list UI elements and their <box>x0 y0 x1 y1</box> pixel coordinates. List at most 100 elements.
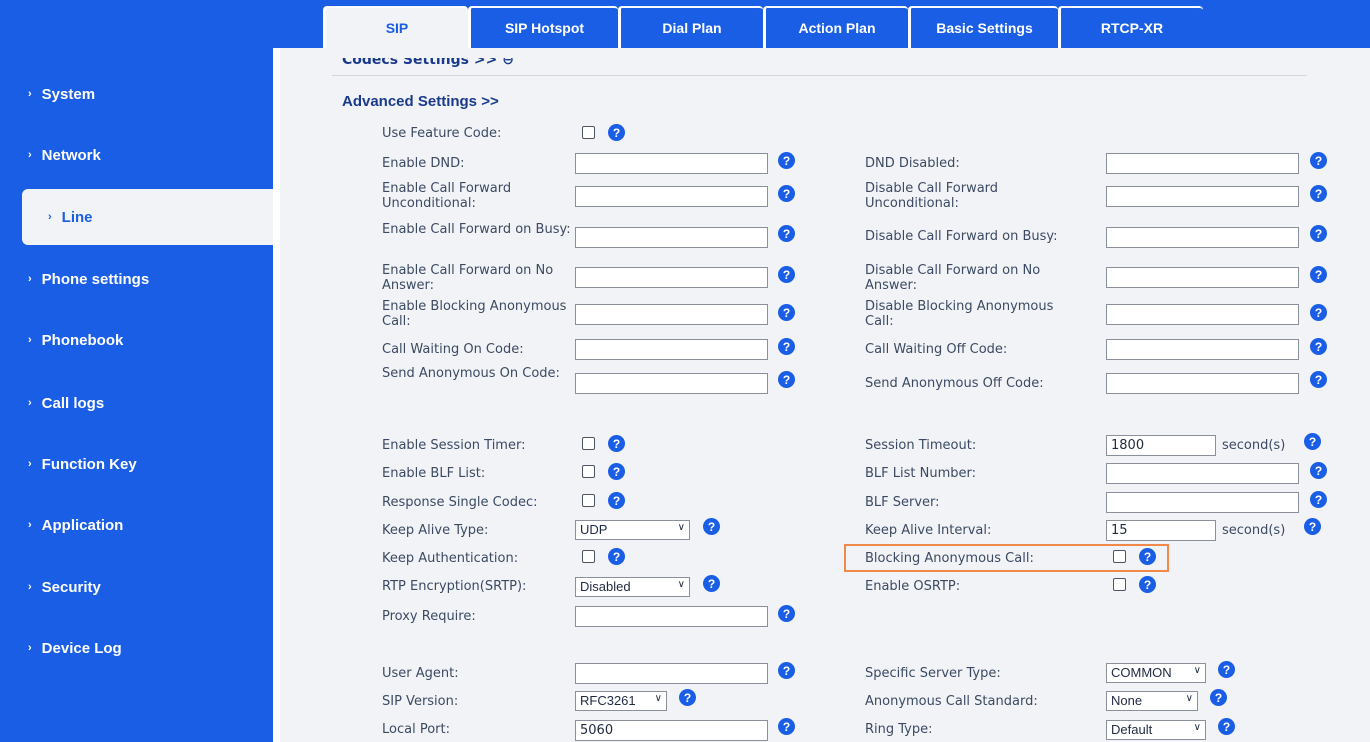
help-icon[interactable]: ? <box>1310 185 1327 202</box>
chevron-down-icon: ∨ <box>677 579 685 590</box>
help-icon[interactable]: ? <box>778 266 795 283</box>
help-icon[interactable]: ? <box>1304 433 1321 450</box>
cw-off-input[interactable] <box>1106 339 1299 360</box>
help-icon[interactable]: ? <box>1139 548 1156 565</box>
help-icon[interactable]: ? <box>703 518 720 535</box>
dcf-busy-input[interactable] <box>1106 227 1299 248</box>
ring-type-select[interactable]: Default ∨ <box>1106 720 1206 740</box>
blocking-anon-checkbox[interactable] <box>1113 550 1126 563</box>
use-feature-code-checkbox[interactable] <box>582 126 595 139</box>
blf-list-number-input[interactable] <box>1106 463 1299 484</box>
help-icon[interactable]: ? <box>778 304 795 321</box>
help-icon[interactable]: ? <box>1304 518 1321 535</box>
dcf-noans-label: Disable Call Forward on No Answer: <box>865 263 1041 293</box>
keep-alive-type-label: Keep Alive Type: <box>382 523 489 538</box>
sidebar-item-network[interactable]: › Network <box>0 127 273 183</box>
enable-dnd-input[interactable] <box>575 153 768 174</box>
advanced-settings-heading[interactable]: Advanced Settings >> <box>342 93 499 110</box>
help-icon[interactable]: ? <box>608 492 625 509</box>
ecf-busy-input[interactable] <box>575 227 768 248</box>
sidebar-item-system[interactable]: › System <box>0 66 273 122</box>
sidebar-item-phonebook[interactable]: › Phonebook <box>0 312 273 368</box>
keep-auth-checkbox[interactable] <box>582 550 595 563</box>
help-icon[interactable]: ? <box>778 718 795 735</box>
sidebar-item-device-log[interactable]: › Device Log <box>0 620 273 676</box>
dnd-disabled-input[interactable] <box>1106 153 1299 174</box>
specific-server-select[interactable]: COMMON ∨ <box>1106 663 1206 683</box>
help-icon[interactable]: ? <box>1218 661 1235 678</box>
help-icon[interactable]: ? <box>778 185 795 202</box>
proxy-require-input[interactable] <box>575 606 768 627</box>
help-icon[interactable]: ? <box>1218 718 1235 735</box>
blf-list-checkbox[interactable] <box>582 465 595 478</box>
sidebar-item-application[interactable]: › Application <box>0 497 273 553</box>
help-icon[interactable]: ? <box>1210 689 1227 706</box>
help-icon[interactable]: ? <box>778 371 795 388</box>
help-icon[interactable]: ? <box>1310 338 1327 355</box>
help-icon[interactable]: ? <box>1310 152 1327 169</box>
local-port-input[interactable]: 5060 <box>575 720 768 741</box>
help-icon[interactable]: ? <box>608 548 625 565</box>
ecf-busy-label: Enable Call Forward on Busy: <box>382 222 571 237</box>
help-icon[interactable]: ? <box>1310 225 1327 242</box>
help-icon[interactable]: ? <box>1310 304 1327 321</box>
sidebar-item-call-logs[interactable]: › Call logs <box>0 375 273 431</box>
help-icon[interactable]: ? <box>778 605 795 622</box>
cw-off-label: Call Waiting Off Code: <box>865 342 1008 357</box>
help-icon[interactable]: ? <box>778 152 795 169</box>
rtp-enc-select[interactable]: Disabled ∨ <box>575 577 690 597</box>
help-icon[interactable]: ? <box>1310 266 1327 283</box>
help-icon[interactable]: ? <box>778 338 795 355</box>
blf-server-input[interactable] <box>1106 492 1299 513</box>
codecs-settings-heading[interactable]: Codecs Settings >> ⊖ <box>342 58 514 68</box>
send-anon-on-input[interactable] <box>575 373 768 394</box>
help-icon[interactable]: ? <box>1139 576 1156 593</box>
session-timer-checkbox[interactable] <box>582 437 595 450</box>
sip-version-select[interactable]: RFC3261 ∨ <box>575 691 667 711</box>
dcf-noans-input[interactable] <box>1106 267 1299 288</box>
help-icon[interactable]: ? <box>703 575 720 592</box>
tab-sip[interactable]: SIP <box>323 6 468 48</box>
tab-dial-plan[interactable]: Dial Plan <box>618 6 763 48</box>
cw-on-input[interactable] <box>575 339 768 360</box>
help-icon[interactable]: ? <box>608 124 625 141</box>
ecf-noans-input[interactable] <box>575 267 768 288</box>
disable-block-input[interactable] <box>1106 304 1299 325</box>
tab-action-plan[interactable]: Action Plan <box>763 6 908 48</box>
content-panel: Codecs Settings >> ⊖ Advanced Settings >… <box>280 48 1370 742</box>
ecf-uncond-input[interactable] <box>575 186 768 207</box>
keep-alive-interval-input[interactable]: 15 <box>1106 520 1216 541</box>
sidebar-item-security[interactable]: › Security <box>0 559 273 615</box>
tab-bar: SIP SIP Hotspot Dial Plan Action Plan Ba… <box>273 0 1370 48</box>
sidebar-item-label: Security <box>41 578 101 596</box>
help-icon[interactable]: ? <box>778 662 795 679</box>
ecf-noans-label: Enable Call Forward on No Answer: <box>382 263 554 293</box>
help-icon[interactable]: ? <box>1310 491 1327 508</box>
chevron-right-icon: › <box>28 273 32 285</box>
send-anon-off-input[interactable] <box>1106 373 1299 394</box>
help-icon[interactable]: ? <box>1310 371 1327 388</box>
help-icon[interactable]: ? <box>778 225 795 242</box>
tab-sip-hotspot[interactable]: SIP Hotspot <box>468 6 618 48</box>
chevron-right-icon: › <box>28 581 32 593</box>
sidebar-item-phone-settings[interactable]: › Phone settings <box>0 251 273 307</box>
sidebar-item-function-key[interactable]: › Function Key <box>0 436 273 492</box>
enable-block-input[interactable] <box>575 304 768 325</box>
help-icon[interactable]: ? <box>1310 462 1327 479</box>
send-anon-off-label: Send Anonymous Off Code: <box>865 376 1044 391</box>
help-icon[interactable]: ? <box>679 689 696 706</box>
tab-basic-settings[interactable]: Basic Settings <box>908 6 1058 48</box>
sidebar-item-line[interactable]: › Line <box>22 189 273 245</box>
help-icon[interactable]: ? <box>608 463 625 480</box>
keep-alive-type-select[interactable]: UDP ∨ <box>575 520 690 540</box>
session-timeout-input[interactable]: 1800 <box>1106 435 1216 456</box>
anon-standard-select[interactable]: None ∨ <box>1106 691 1198 711</box>
user-agent-input[interactable] <box>575 663 768 684</box>
tab-rtcp-xr[interactable]: RTCP-XR <box>1058 6 1203 48</box>
resp-single-codec-checkbox[interactable] <box>582 494 595 507</box>
blf-list-number-label: BLF List Number: <box>865 466 977 481</box>
enable-osrtp-checkbox[interactable] <box>1113 578 1126 591</box>
dcf-uncond-input[interactable] <box>1106 186 1299 207</box>
help-icon[interactable]: ? <box>608 435 625 452</box>
specific-server-value: COMMON <box>1111 665 1172 680</box>
